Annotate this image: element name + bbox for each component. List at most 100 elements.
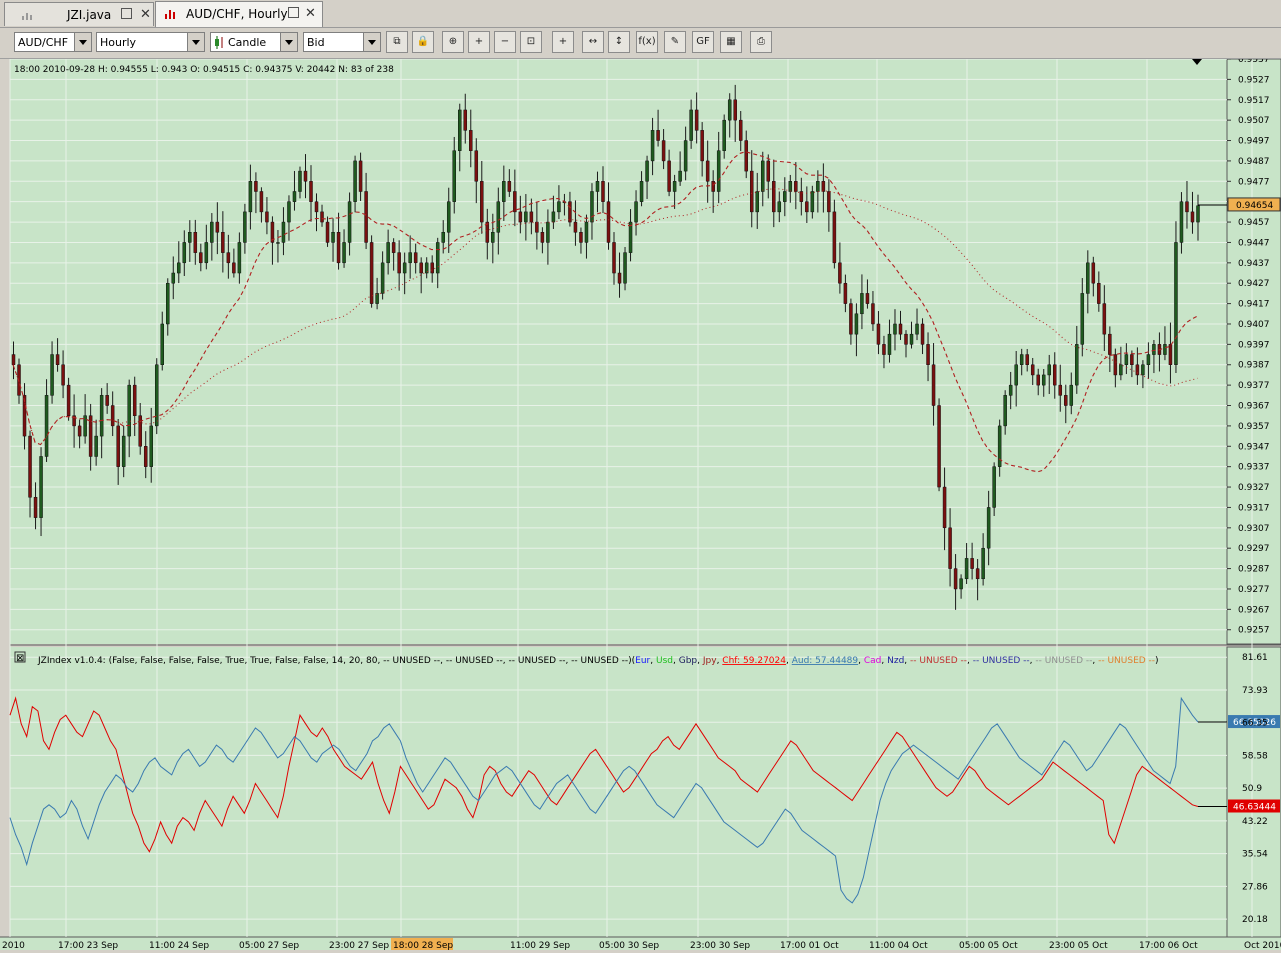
- candle-body: [975, 568, 980, 580]
- candle-body: [1108, 333, 1112, 355]
- candle-body: [188, 232, 192, 243]
- indicator-fx-icon[interactable]: f(x): [636, 31, 658, 53]
- price-tick-label: 0.9427: [1238, 279, 1270, 289]
- horizontal-scale-icon[interactable]: ↔: [582, 31, 604, 53]
- candle-body: [827, 191, 831, 213]
- price-tick-label: 0.9357: [1238, 422, 1270, 432]
- candle-body: [1014, 364, 1018, 386]
- price-tick-label: 0.9377: [1238, 381, 1270, 391]
- zoom-in-icon[interactable]: +: [468, 31, 490, 53]
- ohlc-info-line: 18:00 2010-09-28 H: 0.94555 L: 0.943 O: …: [14, 65, 394, 75]
- custom-indicator-icon[interactable]: GF: [692, 31, 714, 53]
- price-tick-label: 0.9367: [1238, 402, 1270, 412]
- legend-eur: Eur: [635, 656, 650, 666]
- chart-area[interactable]: 46.63444 66.35026 0.9537 0.9527 0.9517 0.950…: [0, 55, 1281, 951]
- price-tick-label: 0.9397: [1238, 340, 1270, 350]
- candle-body: [28, 435, 32, 498]
- price-axis[interactable]: [1226, 58, 1281, 645]
- indicator-tick-label: 20.18: [1242, 915, 1268, 925]
- indicator-panel[interactable]: [10, 647, 1227, 937]
- chevron-down-icon[interactable]: [280, 33, 297, 51]
- price-tick-label: 0.9447: [1238, 238, 1270, 248]
- candle-body: [39, 456, 43, 518]
- candle-body: [1058, 384, 1063, 396]
- candle-settings-icon[interactable]: ⧉: [386, 31, 408, 53]
- candle-body: [375, 293, 379, 304]
- candle-body: [986, 507, 991, 549]
- zoom-out-icon[interactable]: −: [494, 31, 516, 53]
- tab-jzi-java[interactable]: JZI.java ✕: [4, 2, 154, 26]
- candle-body: [215, 221, 220, 233]
- indicator-tick-label: 43.22: [1242, 817, 1268, 827]
- candle-body: [639, 181, 644, 202]
- instrument-value: AUD/CHF: [18, 36, 69, 49]
- tab-aud-chf-hourly[interactable]: AUD/CHF, Hourly ✕: [155, 1, 323, 27]
- popout-icon[interactable]: [121, 8, 132, 19]
- candle-body: [160, 323, 164, 365]
- candle-body: [1030, 364, 1035, 376]
- candle-body: [1196, 205, 1200, 223]
- candle-body: [452, 150, 456, 202]
- price-tick-label: 0.9317: [1238, 503, 1270, 513]
- candle-body: [893, 323, 897, 335]
- candle-body: [551, 211, 556, 223]
- candle-body: [744, 140, 748, 172]
- candle-body: [502, 181, 506, 202]
- candle-body: [210, 221, 214, 243]
- candle-body: [1053, 364, 1057, 386]
- candle-body: [237, 242, 242, 274]
- candle-body: [970, 558, 974, 569]
- candle-body: [755, 191, 759, 213]
- candle-body: [865, 293, 870, 304]
- tab-label: JZI.java: [67, 8, 112, 22]
- candle-body: [314, 201, 319, 213]
- legend-cad: Cad: [864, 656, 882, 666]
- chart-type-select[interactable]: Candle: [210, 32, 298, 52]
- candle-body: [959, 578, 963, 590]
- close-icon[interactable]: ✕: [305, 6, 316, 21]
- crosshair-icon[interactable]: +: [552, 31, 574, 53]
- candle-body: [1102, 303, 1107, 335]
- candle-body: [738, 119, 743, 141]
- zoom-fit-icon[interactable]: ⊕: [442, 31, 464, 53]
- chevron-down-icon[interactable]: [187, 33, 204, 51]
- close-icon[interactable]: ✕: [140, 7, 151, 22]
- candle-body: [66, 384, 71, 416]
- candle-body: [529, 211, 534, 223]
- drawing-tools-icon[interactable]: ✎: [664, 31, 686, 53]
- price-tick-label: 0.9347: [1238, 442, 1270, 452]
- candle-body: [386, 242, 390, 264]
- print-icon[interactable]: ⎙: [750, 31, 772, 53]
- chevron-down-icon[interactable]: [74, 33, 91, 51]
- candle-body: [909, 333, 914, 345]
- period-select[interactable]: Hourly: [96, 32, 205, 52]
- candle-body: [683, 140, 688, 172]
- lock-icon[interactable]: 🔒: [412, 31, 434, 53]
- candle-body: [992, 466, 996, 508]
- candle-body: [821, 181, 826, 192]
- period-value: Hourly: [100, 36, 137, 49]
- candle-body: [584, 221, 589, 243]
- price-chart-panel[interactable]: [10, 59, 1227, 644]
- chevron-down-icon[interactable]: [363, 33, 380, 51]
- zoom-area-icon[interactable]: ⊡: [520, 31, 542, 53]
- chart-type-value: Candle: [228, 36, 267, 49]
- template-icon[interactable]: ▦: [720, 31, 742, 53]
- candle-body: [320, 211, 324, 223]
- candle-body: [1091, 262, 1096, 284]
- candle-body: [854, 313, 859, 335]
- chart-icon: [164, 8, 176, 20]
- candle-body: [926, 344, 930, 365]
- candle-body: [1146, 354, 1151, 365]
- candle-body: [964, 558, 969, 580]
- popout-icon[interactable]: [288, 7, 299, 18]
- price-tick-label: 0.9277: [1238, 585, 1270, 595]
- price-tick-label: 0.9477: [1238, 177, 1270, 187]
- vertical-scale-icon[interactable]: ↕: [608, 31, 630, 53]
- candle-body: [342, 242, 346, 264]
- instrument-select[interactable]: AUD/CHF: [14, 32, 92, 52]
- indicator-value-text: 46.63444: [1233, 803, 1276, 813]
- price-side-select[interactable]: Bid: [303, 32, 381, 52]
- candle-body: [942, 486, 947, 529]
- price-tick-label: 0.9517: [1238, 96, 1270, 106]
